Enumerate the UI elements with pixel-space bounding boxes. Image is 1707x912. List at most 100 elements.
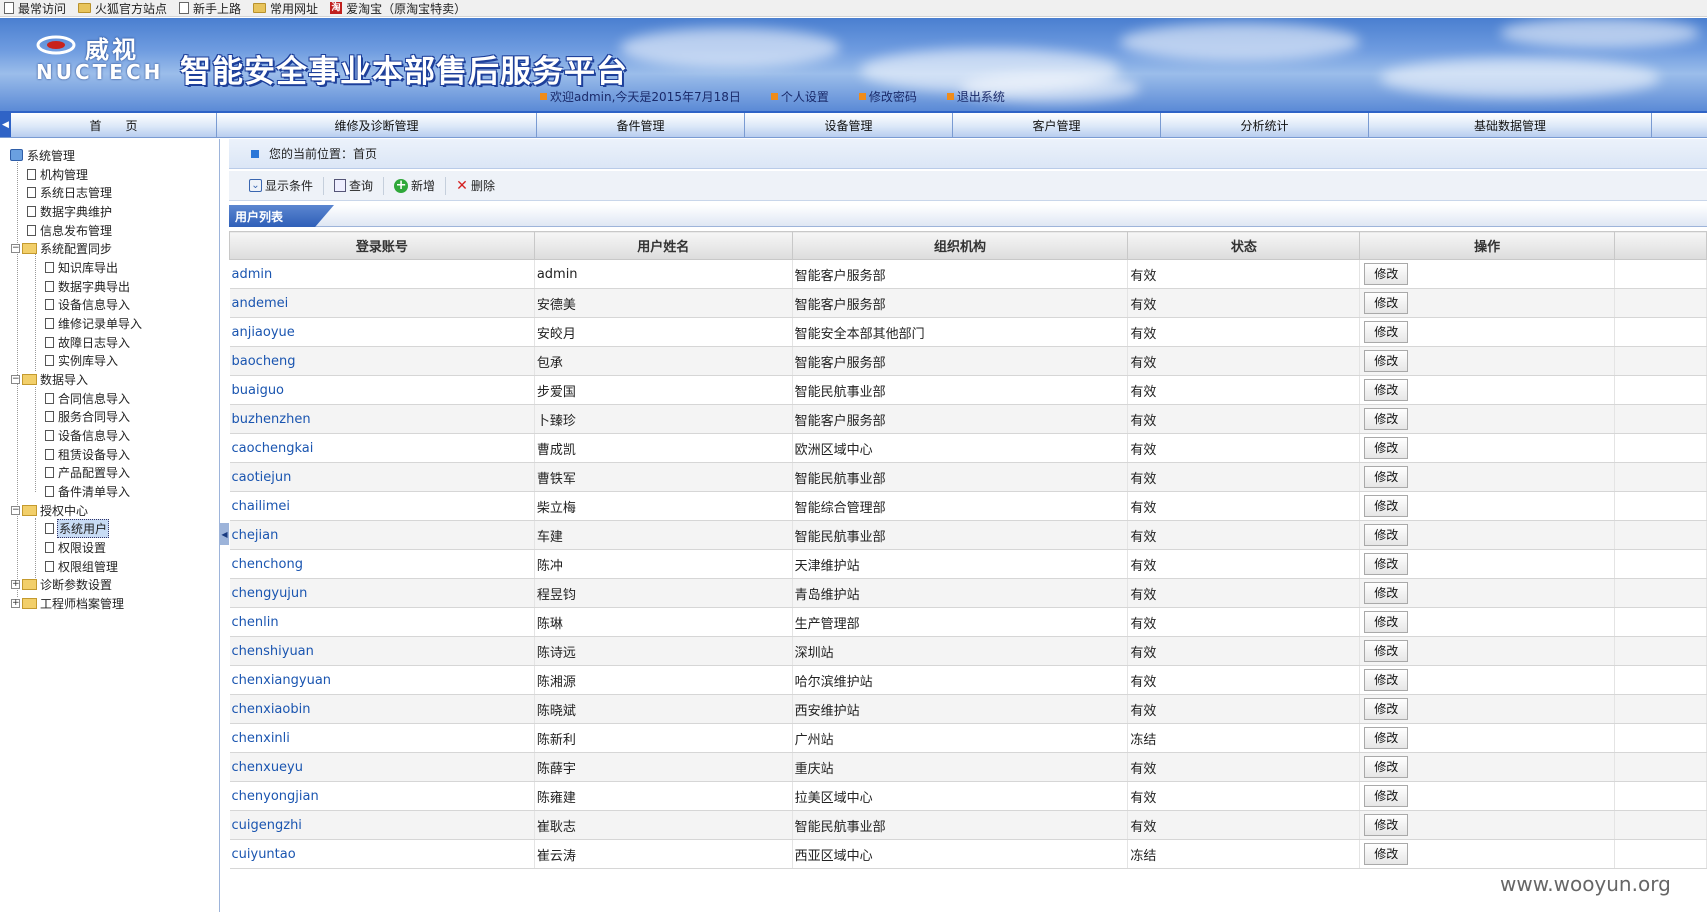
cell-account[interactable]: anjiaoyue (229, 317, 535, 347)
cell-account[interactable]: andemei (229, 288, 535, 318)
sidebar-collapse-handle[interactable]: ◀ (220, 523, 229, 545)
add-button[interactable]: + 新增 (384, 176, 447, 195)
cell-account[interactable]: chenchong (229, 549, 535, 579)
edit-button[interactable]: 修改 (1364, 814, 1409, 836)
cell-account[interactable]: buaiguo (229, 375, 535, 405)
edit-button[interactable]: 修改 (1364, 727, 1409, 749)
sidebar-item-product-config-import[interactable]: 产品配置导入 (45, 463, 131, 481)
cell-account[interactable]: chenyongjian (229, 781, 535, 811)
edit-button[interactable]: 修改 (1364, 379, 1409, 401)
cell-account[interactable]: chengyujun (229, 578, 535, 608)
col-header-status[interactable]: 状态 (1127, 231, 1361, 260)
bookmark-getting-started[interactable]: 新手上路 (179, 0, 241, 17)
sidebar-item-syslog[interactable]: 系统日志管理 (27, 183, 113, 201)
sidebar-item-org[interactable]: 机构管理 (27, 165, 89, 183)
query-button[interactable]: 查询 (324, 176, 385, 195)
page-icon (27, 168, 36, 180)
col-header-name[interactable]: 用户姓名 (533, 231, 793, 260)
bookmark-most-visited[interactable]: 最常访问 (4, 0, 66, 17)
cell-account[interactable]: chenxiaobin (229, 694, 535, 724)
edit-button[interactable]: 修改 (1364, 640, 1409, 662)
header-banner: 威视 NUCTECH 智能安全事业本部售后服务平台 欢迎admin,今天是201… (0, 18, 1707, 111)
edit-button[interactable]: 修改 (1364, 495, 1409, 517)
cell-account[interactable]: caotiejun (229, 462, 535, 492)
sidebar-item-case-import[interactable]: 实例库导入 (45, 351, 119, 369)
tree-root-system[interactable]: 系统管理 (10, 146, 76, 164)
sidebar-item-device-import[interactable]: 设备信息导入 (45, 295, 131, 313)
sidebar-item-contract-import[interactable]: 合同信息导入 (45, 389, 131, 407)
personal-settings-link[interactable]: 个人设置 (770, 88, 829, 105)
edit-button[interactable]: 修改 (1364, 553, 1409, 575)
collapse-icon[interactable]: − (11, 374, 20, 384)
cell-account[interactable]: chenxueyu (229, 752, 535, 782)
cell-account[interactable]: admin (229, 259, 535, 289)
sidebar-item-kb-export[interactable]: 知识库导出 (45, 258, 119, 276)
bookmark-common-sites[interactable]: 常用网址 (253, 0, 318, 17)
bookmark-firefox-official[interactable]: 火狐官方站点 (78, 0, 167, 17)
sidebar-item-repair-import[interactable]: 维修记录单导入 (45, 314, 143, 332)
sidebar-item-device-info-import[interactable]: 设备信息导入 (45, 426, 131, 444)
sidebar-folder-engineer-records[interactable]: + 工程师档案管理 (11, 594, 125, 612)
edit-button[interactable]: 修改 (1364, 582, 1409, 604)
sidebar-folder-data-import[interactable]: − 数据导入 (11, 370, 89, 388)
expand-icon[interactable]: + (11, 598, 20, 608)
edit-button[interactable]: 修改 (1364, 408, 1409, 430)
nav-customers[interactable]: 客户管理 (953, 113, 1161, 137)
sidebar-folder-config-sync[interactable]: − 系统配置同步 (11, 239, 113, 257)
cell-account[interactable]: chenshiyuan (229, 636, 535, 666)
edit-button[interactable]: 修改 (1364, 669, 1409, 691)
edit-button[interactable]: 修改 (1364, 756, 1409, 778)
edit-button[interactable]: 修改 (1364, 698, 1409, 720)
cell-account[interactable]: chenxinli (229, 723, 535, 753)
cell-account[interactable]: chejian (229, 520, 535, 550)
nav-base-data[interactable]: 基础数据管理 (1369, 113, 1652, 137)
cell-account[interactable]: chailimei (229, 491, 535, 521)
edit-button[interactable]: 修改 (1364, 321, 1409, 343)
change-password-link[interactable]: 修改密码 (858, 88, 917, 105)
logout-link[interactable]: 退出系统 (946, 88, 1005, 105)
sidebar-item-parts-list-import[interactable]: 备件清单导入 (45, 482, 131, 500)
cell-account[interactable]: chenxiangyuan (229, 665, 535, 695)
edit-button[interactable]: 修改 (1364, 263, 1409, 285)
sidebar-item-dictionary[interactable]: 数据字典维护 (27, 202, 113, 220)
cell-action: 修改 (1359, 839, 1616, 869)
cell-account[interactable]: baocheng (229, 346, 535, 376)
col-header-org[interactable]: 组织机构 (791, 231, 1129, 260)
delete-button[interactable]: ✕ 删除 (446, 177, 505, 195)
nav-spare-parts[interactable]: 备件管理 (537, 113, 745, 137)
sidebar-item-info-publish[interactable]: 信息发布管理 (27, 221, 113, 239)
sidebar-item-permission-groups[interactable]: 权限组管理 (45, 557, 119, 575)
col-header-account[interactable]: 登录账号 (229, 231, 535, 260)
expand-icon[interactable]: + (11, 579, 20, 589)
sidebar-folder-auth-center[interactable]: − 授权中心 (11, 501, 89, 519)
edit-button[interactable]: 修改 (1364, 524, 1409, 546)
edit-button[interactable]: 修改 (1364, 611, 1409, 633)
cell-account[interactable]: buzhenzhen (229, 404, 535, 434)
sidebar-item-lease-import[interactable]: 租赁设备导入 (45, 445, 131, 463)
cell-account[interactable]: cuiyuntao (229, 839, 535, 869)
sidebar-folder-diagnosis-params[interactable]: + 诊断参数设置 (11, 575, 113, 593)
show-conditions-button[interactable]: ⌄ 显示条件 (239, 176, 325, 195)
bookmark-aitaobao[interactable]: 淘爱淘宝（原淘宝特卖） (330, 0, 466, 17)
collapse-icon[interactable]: − (11, 243, 20, 253)
cell-account[interactable]: caochengkai (229, 433, 535, 463)
edit-button[interactable]: 修改 (1364, 785, 1409, 807)
sidebar-item-fault-import[interactable]: 故障日志导入 (45, 333, 131, 351)
nav-home[interactable]: 首 页 (11, 113, 217, 137)
nav-analytics[interactable]: 分析统计 (1161, 113, 1369, 137)
edit-button[interactable]: 修改 (1364, 437, 1409, 459)
nav-scroll-left-icon[interactable]: ◀ (0, 113, 11, 137)
edit-button[interactable]: 修改 (1364, 292, 1409, 314)
edit-button[interactable]: 修改 (1364, 350, 1409, 372)
nav-repair-diagnosis[interactable]: 维修及诊断管理 (217, 113, 537, 137)
edit-button[interactable]: 修改 (1364, 466, 1409, 488)
sidebar-item-service-contract-import[interactable]: 服务合同导入 (45, 407, 131, 425)
sidebar-item-system-users[interactable]: 系统用户 (45, 518, 110, 538)
cell-account[interactable]: chenlin (229, 607, 535, 637)
sidebar-item-dict-export[interactable]: 数据字典导出 (45, 277, 131, 295)
cell-account[interactable]: cuigengzhi (229, 810, 535, 840)
nav-equipment[interactable]: 设备管理 (745, 113, 953, 137)
collapse-icon[interactable]: − (11, 505, 20, 515)
edit-button[interactable]: 修改 (1364, 843, 1409, 865)
sidebar-item-permissions[interactable]: 权限设置 (45, 538, 107, 556)
